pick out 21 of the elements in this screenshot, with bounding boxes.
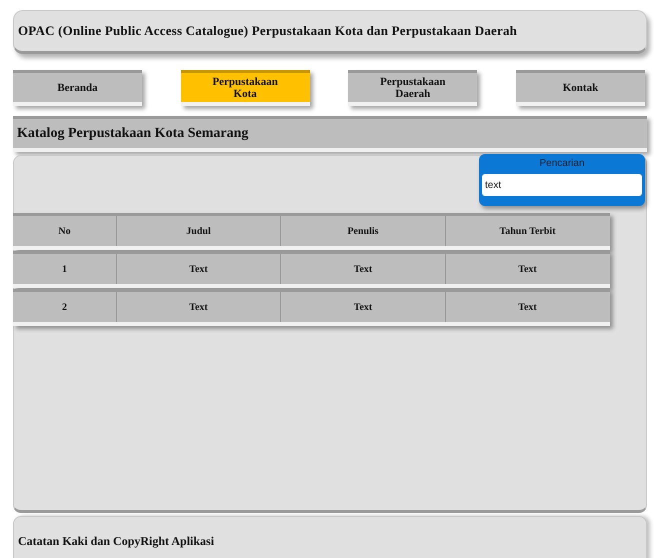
table-cell: Text [116,254,280,284]
table-cell-text: 2 [61,300,68,314]
column-header: Judul [116,216,280,246]
nav-tab[interactable]: Kontak [516,70,645,106]
nav-tab[interactable]: Perpustakaan Kota [180,70,310,106]
nav-tab[interactable]: Perpustakaan Daerah [348,70,478,106]
table-cell: Text [116,292,280,322]
table-cell: Text [445,254,609,284]
search-title: Pencarian [538,157,586,171]
nav-tab[interactable]: Beranda [13,70,142,106]
search-field[interactable]: text [482,174,642,196]
table-cell: Text [280,254,445,284]
section-title: Katalog Perpustakaan Kota Semarang [17,125,248,143]
page-title: OPAC (Online Public Access Catalogue) Perpustakaan Kota dan Perpustakaan Daerah [18,22,518,40]
footer-text: Catatan Kaki dan CopyRight Aplikasi [18,533,214,550]
column-header: Tahun Terbit [445,216,609,246]
column-header: No [57,224,72,238]
table-cell: Text [445,292,609,322]
table-cell-text: 1 [61,262,68,276]
column-header: Penulis [280,216,445,246]
table-cell: Text [280,292,445,322]
